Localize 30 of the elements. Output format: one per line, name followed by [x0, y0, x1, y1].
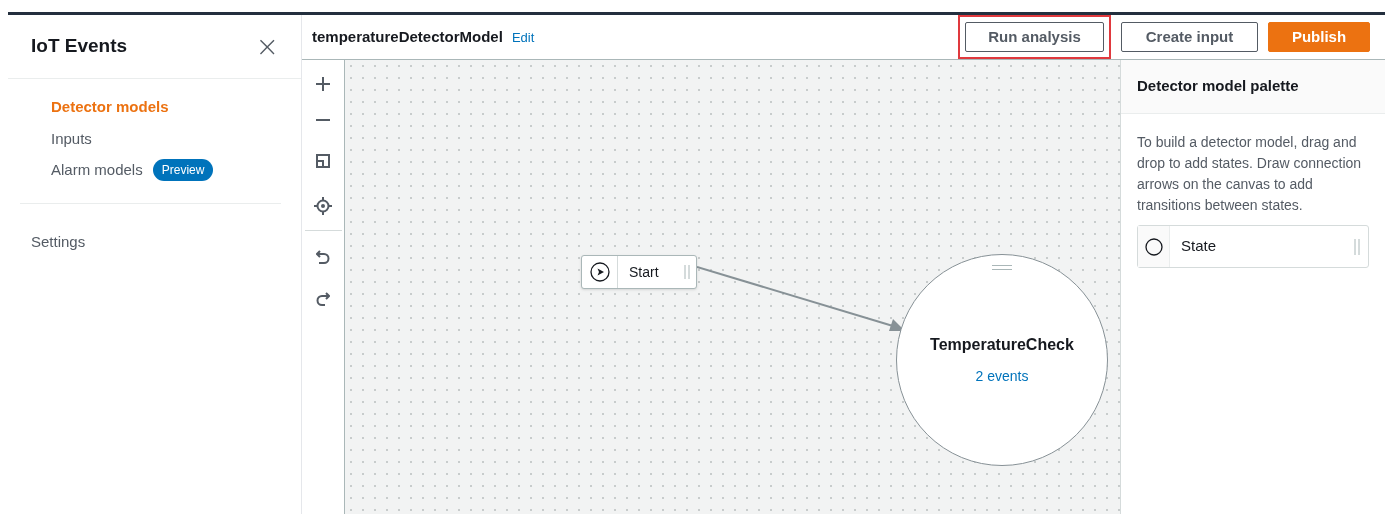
redo-icon[interactable]: [316, 292, 330, 307]
fit-view-icon[interactable]: [316, 154, 330, 168]
start-node[interactable]: Start: [581, 255, 697, 289]
zoom-in-icon[interactable]: [315, 76, 331, 92]
nav-link[interactable]: Inputs: [51, 127, 92, 150]
action-button[interactable]: Run analysis: [965, 22, 1104, 52]
nav-link[interactable]: Settings: [31, 230, 86, 253]
state-name: TemperatureCheck: [930, 335, 1074, 355]
node-label: Start: [629, 262, 659, 282]
action-button[interactable]: Create input: [1121, 22, 1258, 52]
palette-title: Detector model palette: [1137, 76, 1299, 97]
edit-link[interactable]: Edit: [511, 27, 535, 48]
preview-badge: Preview: [152, 159, 214, 182]
drag-handle-icon: [1354, 238, 1360, 255]
model-name: temperatureDetectorModel: [312, 26, 503, 47]
palette-description: To build a detector model, drag and drop to add states. Draw connection arrows on the canvas to add transitions between states.: [1136, 133, 1363, 215]
close-button[interactable]: ×: [255, 32, 279, 61]
nav-link[interactable]: Alarm models: [51, 159, 143, 182]
state-node[interactable]: TemperatureCheck 2 events: [896, 254, 1108, 466]
drag-handle-icon: [684, 265, 690, 279]
drag-handle-icon: [992, 265, 1012, 270]
sidebar-title: IoT Events: [31, 34, 128, 59]
play-icon: [589, 262, 610, 282]
diagram-canvas[interactable]: Start TemperatureCheck 2 events: [345, 60, 1120, 514]
palette-item[interactable]: State: [1137, 225, 1369, 268]
events-link[interactable]: 2 events: [975, 366, 1029, 387]
circle-icon: [1144, 237, 1163, 256]
palette-item-label: State: [1181, 236, 1217, 257]
undo-icon[interactable]: [316, 250, 330, 265]
target-icon[interactable]: [314, 197, 332, 215]
